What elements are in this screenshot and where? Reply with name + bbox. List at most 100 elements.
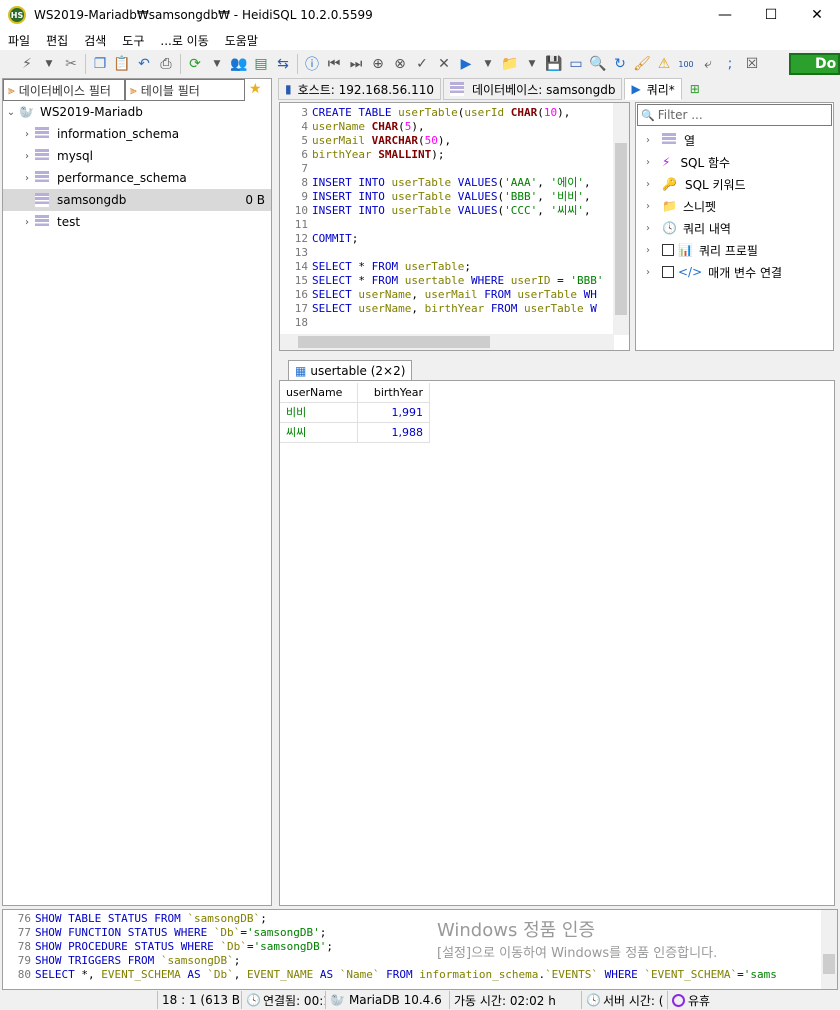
- chevron-right-icon[interactable]: ›: [646, 201, 662, 212]
- helper-query-profile[interactable]: › 📊 쿼리 프로필: [646, 239, 758, 261]
- user-manager-icon[interactable]: 👥: [228, 53, 250, 75]
- scrollbar-thumb[interactable]: [615, 143, 627, 315]
- line-number: 5: [301, 134, 308, 147]
- editor-line: 16 SELECT userName, userMail FROM userTab…: [280, 288, 597, 302]
- menu-file[interactable]: 파일: [0, 32, 38, 49]
- helper-snippets[interactable]: › 📁 스니펫: [646, 195, 716, 217]
- import-export-icon[interactable]: ⇆: [272, 53, 294, 75]
- editor-horizontal-scrollbar[interactable]: [280, 334, 614, 350]
- add-icon[interactable]: ⊕: [367, 53, 389, 75]
- replace-icon[interactable]: ↻: [609, 53, 631, 75]
- database-node[interactable]: › test: [3, 211, 271, 233]
- disconnect-icon[interactable]: ✂: [60, 53, 82, 75]
- wrap-icon[interactable]: ⤶: [697, 53, 719, 75]
- save-icon[interactable]: 💾: [543, 53, 565, 75]
- favorite-star-icon[interactable]: ★: [249, 81, 262, 97]
- chevron-right-icon[interactable]: ›: [646, 245, 662, 256]
- menu-help[interactable]: 도움말: [217, 32, 266, 49]
- database-node-selected[interactable]: samsongdb 0 B: [3, 189, 271, 211]
- helper-columns[interactable]: › 열: [646, 129, 695, 151]
- grid-icon: ▦: [295, 363, 307, 378]
- delete-icon[interactable]: ⊗: [389, 53, 411, 75]
- database-node[interactable]: › performance_schema: [3, 167, 271, 189]
- tab-query[interactable]: ▶ 쿼리*: [624, 78, 682, 100]
- tab-host[interactable]: ▮ 호스트: 192.168.56.110: [278, 78, 442, 100]
- chevron-right-icon[interactable]: ›: [646, 179, 662, 190]
- code-text: SHOW TABLE STATUS FROM `samsongDB`;: [35, 912, 267, 925]
- result-grid[interactable]: userName birthYear 비비 1,991 씨씨 1,988: [279, 380, 835, 906]
- table-filter-input[interactable]: ⫸ 테이블 필터: [125, 79, 245, 101]
- save-snippet-icon[interactable]: ▭: [565, 53, 587, 75]
- run-icon[interactable]: ▶: [455, 53, 477, 75]
- log-line: 78 SHOW PROCEDURE STATUS WHERE `Db`='sams…: [3, 940, 333, 954]
- dropdown-arrow-icon[interactable]: ▼: [477, 53, 499, 75]
- menu-tools[interactable]: 도구: [114, 32, 152, 49]
- chevron-right-icon[interactable]: ›: [646, 135, 662, 146]
- menu-search[interactable]: 검색: [76, 32, 114, 49]
- log-vertical-scrollbar[interactable]: [821, 910, 837, 989]
- helpers-filter-input[interactable]: 🔍 Filter ...: [637, 104, 832, 126]
- table-cell[interactable]: 1,988: [358, 423, 430, 443]
- chevron-right-icon[interactable]: ›: [19, 151, 35, 162]
- scrollbar-thumb[interactable]: [298, 336, 490, 348]
- column-header[interactable]: userName: [280, 383, 358, 403]
- chevron-right-icon[interactable]: ›: [19, 173, 35, 184]
- donate-button[interactable]: Do: [789, 53, 840, 75]
- result-tab[interactable]: ▦ usertable (2×2): [288, 360, 413, 380]
- paste-icon[interactable]: 📋: [111, 53, 133, 75]
- clear-icon[interactable]: 🖌: [631, 53, 653, 75]
- helper-sql-functions[interactable]: › ⚡ SQL 함수: [646, 151, 730, 173]
- undo-icon[interactable]: ↶: [133, 53, 155, 75]
- editor-vertical-scrollbar[interactable]: [613, 103, 629, 335]
- dropdown-arrow-icon[interactable]: ▼: [521, 53, 543, 75]
- last-icon[interactable]: ⏭: [345, 53, 367, 75]
- copy-icon[interactable]: ❐: [89, 53, 111, 75]
- helper-sql-keywords[interactable]: › 🔑 SQL 키워드: [646, 173, 746, 195]
- tab-database[interactable]: 데이터베이스: samsongdb: [443, 78, 623, 100]
- query-profile-checkbox[interactable]: [662, 244, 674, 256]
- binary-icon[interactable]: 100: [675, 53, 697, 75]
- dropdown-arrow-icon[interactable]: ▼: [206, 53, 228, 75]
- sql-editor[interactable]: 3 CREATE TABLE userTable(userId CHAR(10),…: [279, 102, 630, 351]
- find-icon[interactable]: 🔍: [587, 53, 609, 75]
- database-filter-input[interactable]: ⫸ 데이터베이스 필터: [3, 79, 125, 101]
- menu-edit[interactable]: 편집: [38, 32, 76, 49]
- server-node[interactable]: ⌄ 🦭 WS2019-Mariadb: [3, 101, 271, 123]
- helper-query-history[interactable]: › 🕓 쿼리 내역: [646, 217, 731, 239]
- heidisql-app-icon[interactable]: HS: [8, 6, 26, 24]
- table-cell[interactable]: 1,991: [358, 403, 430, 423]
- semicolon-icon[interactable]: ;: [719, 53, 741, 75]
- chevron-right-icon[interactable]: ›: [19, 217, 35, 228]
- open-folder-icon[interactable]: 📁: [499, 53, 521, 75]
- chevron-right-icon[interactable]: ›: [19, 129, 35, 140]
- column-header[interactable]: birthYear: [358, 383, 430, 403]
- close-tab-icon[interactable]: ☒: [741, 53, 763, 75]
- minimize-button[interactable]: —: [702, 0, 748, 30]
- helper-bind-params[interactable]: › </> 매개 변수 연결: [646, 261, 782, 283]
- chevron-right-icon[interactable]: ›: [646, 157, 662, 168]
- database-node[interactable]: › information_schema: [3, 123, 271, 145]
- chevron-right-icon[interactable]: ›: [646, 223, 662, 234]
- help-icon[interactable]: ⓘ: [301, 53, 323, 75]
- dropdown-arrow-icon[interactable]: ▼: [38, 53, 60, 75]
- warning-icon[interactable]: ⚠: [653, 53, 675, 75]
- session-manager-icon[interactable]: ⚡: [16, 53, 38, 75]
- chevron-right-icon[interactable]: ›: [646, 267, 662, 278]
- refresh-icon[interactable]: ⟳: [184, 53, 206, 75]
- horizontal-splitter[interactable]: [279, 352, 835, 358]
- bind-params-checkbox[interactable]: [662, 266, 674, 278]
- maximize-button[interactable]: ☐: [748, 0, 794, 30]
- table-cell[interactable]: 씨씨: [280, 423, 358, 443]
- menu-goto[interactable]: ...로 이동: [152, 32, 216, 49]
- chevron-down-icon[interactable]: ⌄: [3, 107, 19, 118]
- cancel-icon[interactable]: ✕: [433, 53, 455, 75]
- maintenance-icon[interactable]: ▤: [250, 53, 272, 75]
- first-icon[interactable]: ⏮: [323, 53, 345, 75]
- new-query-tab-icon[interactable]: ⊞: [690, 82, 700, 96]
- scrollbar-thumb[interactable]: [823, 954, 835, 974]
- table-cell[interactable]: 비비: [280, 403, 358, 423]
- print-icon[interactable]: ⎙: [155, 53, 177, 75]
- post-icon[interactable]: ✓: [411, 53, 433, 75]
- database-node[interactable]: › mysql: [3, 145, 271, 167]
- close-button[interactable]: ✕: [794, 0, 840, 30]
